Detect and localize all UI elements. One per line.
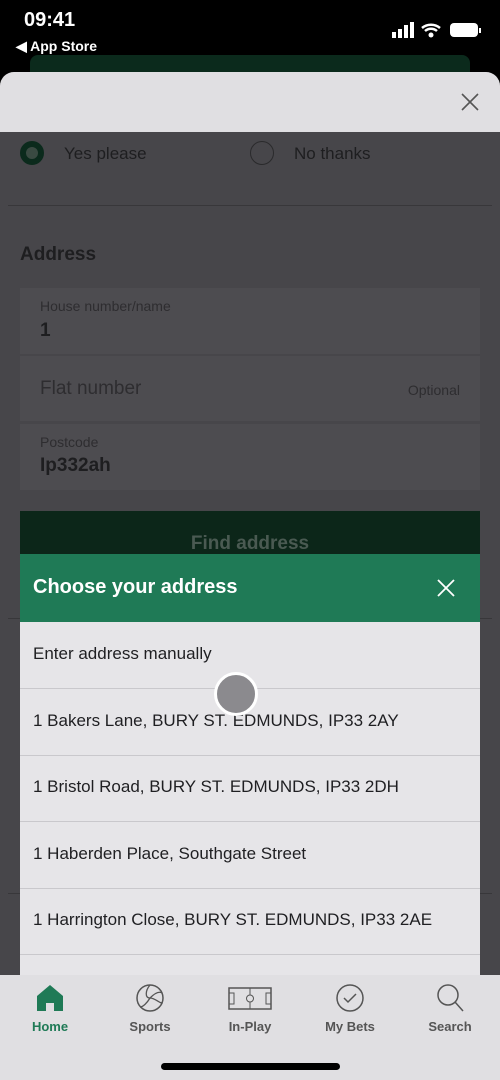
pitch-icon [228,987,272,1010]
radio-no[interactable] [250,141,274,165]
close-icon[interactable] [460,92,480,112]
flat-field[interactable]: Flat number Optional [20,356,480,421]
back-to-app-store[interactable]: ◀ App Store [16,38,97,55]
tab-in-play[interactable]: In-Play [200,983,300,1034]
status-icons [392,22,481,38]
postcode-value: Ip332ah [40,455,111,476]
home-icon [37,985,63,1011]
tab-home[interactable]: Home [0,983,100,1034]
tab-my-bets[interactable]: My Bets [300,983,400,1034]
choose-address-modal: Choose your address Enter address manual… [20,554,480,975]
status-time: 09:41 [24,9,76,31]
modal-title: Choose your address [33,576,238,598]
tab-label: Search [428,1019,472,1034]
address-option[interactable]: 1 Harrington Close, BURY ST. EDMUNDS, IP… [20,888,480,955]
tab-label: Sports [129,1019,171,1034]
postcode-field[interactable]: Postcode Ip332ah [20,424,480,490]
home-indicator [161,1063,340,1070]
tab-label: In-Play [228,1019,272,1034]
address-option[interactable]: 1 Haberden Place, Southgate Street [20,822,480,889]
sheet-header [0,72,500,132]
check-circle-icon [336,984,364,1012]
house-value: 1 [40,320,51,341]
touch-indicator [214,672,258,716]
flat-placeholder: Flat number [40,378,142,399]
flat-optional-hint: Optional [407,382,460,398]
address-option[interactable]: 1 Bristol Road, BURY ST. EDMUNDS, IP33 2… [20,755,480,822]
radio-yes[interactable] [20,141,44,165]
search-icon [437,984,464,1012]
tab-label: My Bets [325,1019,375,1034]
modal-header: Choose your address [20,554,480,622]
tab-label: Home [31,1019,69,1034]
house-label: House number/name [40,298,171,314]
tab-bar: Home Sports In-Play My Bets Search [0,975,500,1080]
ball-icon [136,984,164,1012]
address-heading: Address [20,244,97,265]
tab-search[interactable]: Search [400,983,500,1034]
divider [8,205,492,206]
tab-sports[interactable]: Sports [100,983,200,1034]
postcode-label: Postcode [40,434,99,450]
house-field[interactable]: House number/name 1 [20,288,480,354]
radio-no-label: No thanks [294,144,371,163]
close-icon[interactable] [437,579,455,597]
radio-yes-label: Yes please [64,144,147,163]
